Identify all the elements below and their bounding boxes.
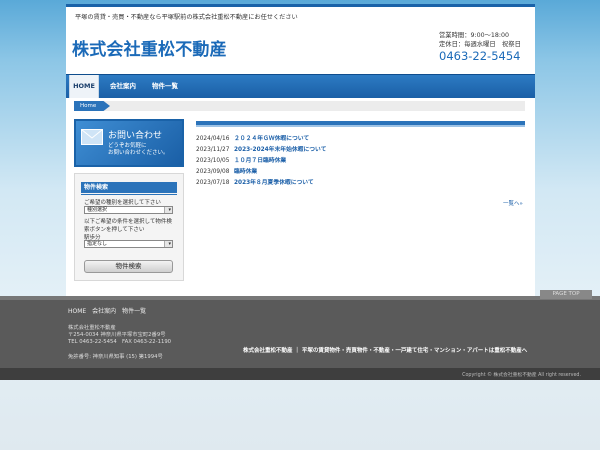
contact-sub-line2: お問い合わせください。: [108, 150, 169, 156]
nav-item-properties[interactable]: 物件一覧: [146, 75, 184, 98]
type-select[interactable]: 種別選択 ▾: [84, 206, 173, 214]
type-label: ご希望の種別を選択して下さい: [84, 200, 161, 206]
news-date: 2023/11/27: [196, 147, 230, 153]
news-item: 2023/09/08 臨時休業: [196, 167, 525, 178]
news-link[interactable]: １０月７日臨時休業: [234, 156, 286, 167]
nav-item-company[interactable]: 会社案内: [104, 75, 142, 98]
condition-label: 以下ご希望の条件を選択して物件検索ボタンを押して下さい 駅歩分: [84, 218, 176, 242]
news-list: 2024/04/16 ２０２４年ＧＷ休暇について 2023/11/27 2023…: [196, 134, 525, 189]
copyright: Copyright © 株式会社重松不動産 All right reserved…: [462, 373, 581, 378]
footer-link-home[interactable]: HOME: [68, 308, 86, 315]
search-heading: 物件検索: [81, 182, 177, 195]
search-button[interactable]: 物件検索: [84, 260, 173, 273]
business-hours: 営業時間：9:00～18:00 定休日：毎週水曜日 祝祭日: [439, 31, 521, 49]
top-accent-bar: [66, 4, 535, 7]
chevron-down-icon: ▾: [168, 241, 171, 247]
chevron-down-icon: ▾: [168, 207, 171, 213]
area-select-value: 指定なし: [87, 241, 108, 247]
footer-company-info: 株式会社重松不動産 〒254-0034 神奈川県平塚市宝町2番9号 TEL 04…: [68, 325, 171, 345]
news-item: 2024/04/16 ２０２４年ＧＷ休暇について: [196, 134, 525, 145]
news-header-underline: [196, 125, 525, 127]
site-logo[interactable]: 株式会社重松不動産: [72, 35, 227, 60]
condition-text: 以下ご希望の条件を選択して物件検索ボタンを押して下さい: [84, 219, 172, 233]
site-tagline: 平塚の賃貸・売買・不動産なら平塚駅前の株式会社重松不動産にお任せください: [75, 14, 298, 21]
news-item: 2023/07/18 2023年８月夏季休暇について: [196, 178, 525, 189]
envelope-icon: [81, 129, 103, 145]
footer-description: 株式会社重松不動産 ｜ 平塚の賃貸物件・売買物件・不動産・一戸建て住宅・マンショ…: [243, 348, 528, 354]
site-footer: PAGE TOP HOME 会社案内 物件一覧 株式会社重松不動産 〒254-0…: [0, 290, 600, 380]
news-link[interactable]: 臨時休業: [234, 167, 257, 178]
contact-banner[interactable]: お問い合わせ どうぞお気軽に お問い合わせください。: [74, 119, 184, 167]
news-date: 2023/10/05: [196, 158, 230, 164]
contact-sub-line1: どうぞお気軽に: [108, 143, 147, 149]
footer-address: 〒254-0034 神奈川県平塚市宝町2番9号: [68, 331, 166, 338]
footer-top-band: [0, 296, 600, 300]
phone-number[interactable]: 0463-22-5454: [439, 49, 520, 63]
news-item: 2023/11/27 2023-2024年末年始休暇について: [196, 145, 525, 156]
area-select[interactable]: 指定なし ▾: [84, 240, 173, 248]
news-date: 2023/07/18: [196, 180, 230, 186]
breadcrumb: Home: [74, 101, 525, 111]
news-link[interactable]: ２０２４年ＧＷ休暇について: [234, 134, 309, 145]
footer-bottom-bar: Copyright © 株式会社重松不動産 All right reserved…: [0, 368, 600, 380]
main-nav: HOME 会社案内 物件一覧: [66, 74, 535, 98]
contact-subtext: どうぞお気軽に お問い合わせください。: [108, 143, 169, 157]
footer-nav: HOME 会社案内 物件一覧: [68, 306, 150, 315]
footer-link-properties[interactable]: 物件一覧: [122, 308, 146, 315]
breadcrumb-home[interactable]: Home: [74, 101, 110, 111]
news-link[interactable]: 2023年８月夏季休暇について: [234, 178, 314, 189]
news-date: 2024/04/16: [196, 136, 230, 142]
news-date: 2023/09/08: [196, 169, 230, 175]
type-select-value: 種別選択: [87, 207, 108, 213]
footer-link-company[interactable]: 会社案内: [92, 308, 116, 315]
news-link[interactable]: 2023-2024年末年始休暇について: [234, 145, 326, 156]
news-more-link[interactable]: 一覧へ»: [503, 199, 523, 207]
property-search-panel: 物件検索 ご希望の種別を選択して下さい 種別選択 ▾ 以下ご希望の条件を選択して…: [74, 173, 184, 281]
news-item: 2023/10/05 １０月７日臨時休業: [196, 156, 525, 167]
main-page: 平塚の賃貸・売買・不動産なら平塚駅前の株式会社重松不動産にお任せください 株式会…: [66, 4, 535, 296]
holiday-text: 定休日：毎週水曜日 祝祭日: [439, 41, 521, 48]
hours-text: 営業時間：9:00～18:00: [439, 32, 510, 39]
footer-license: 免許番号: 神奈川県知事 (15) 第1994号: [68, 354, 163, 360]
nav-item-home[interactable]: HOME: [69, 75, 99, 98]
footer-company-name: 株式会社重松不動産: [68, 325, 116, 331]
contact-title: お問い合わせ: [108, 131, 163, 141]
footer-tel-fax: TEL 0463-22-5454 FAX 0463-22-1190: [68, 338, 172, 345]
page-top-button[interactable]: PAGE TOP: [540, 290, 592, 299]
